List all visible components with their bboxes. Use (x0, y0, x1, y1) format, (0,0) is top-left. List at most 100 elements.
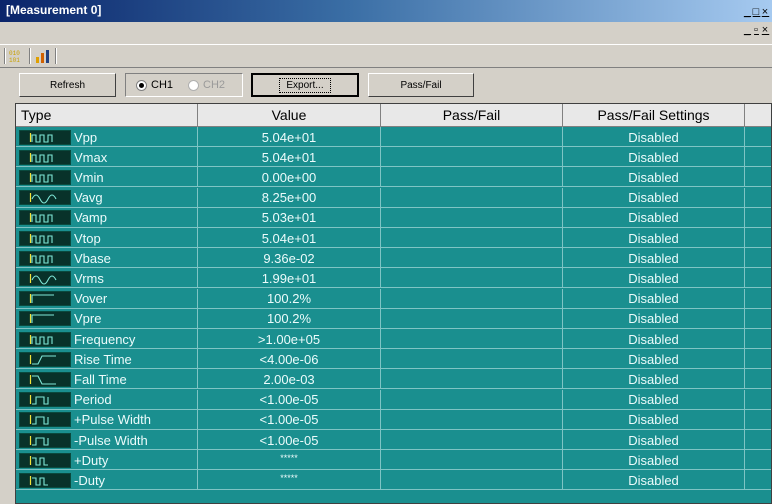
child-close-button[interactable]: × (761, 24, 770, 36)
pass-fail-settings-cell[interactable]: Disabled (563, 147, 745, 168)
pass-fail-cell (381, 248, 563, 269)
pass-fail-settings-cell[interactable]: Disabled (563, 308, 745, 329)
type-cell[interactable]: +Duty (16, 450, 198, 471)
type-cell[interactable]: Vmax (16, 147, 198, 168)
pass-fail-settings-cell[interactable]: Disabled (563, 450, 745, 471)
type-label: Vrms (74, 270, 104, 286)
pass-fail-settings-cell[interactable]: Disabled (563, 207, 745, 228)
header-pass-fail-settings[interactable]: Pass/Fail Settings (563, 104, 745, 127)
table-row[interactable]: Vpre 100.2% Disabled (16, 308, 771, 329)
pass-fail-settings-cell[interactable]: Disabled (563, 167, 745, 188)
pass-fail-settings-cell[interactable]: Disabled (563, 329, 745, 349)
table-row[interactable]: Fall Time 2.00e-03 Disabled (16, 369, 771, 390)
ch1-radio[interactable]: CH1 (136, 79, 173, 91)
pass-fail-settings-cell[interactable]: Disabled (563, 288, 745, 309)
ch2-radio[interactable]: CH2 (188, 79, 225, 91)
table-row[interactable]: Vpp 5.04e+01 Disabled (16, 127, 771, 147)
binary-icon[interactable]: 010 101 (9, 48, 25, 67)
pass-fail-button[interactable]: Pass/Fail (368, 73, 474, 97)
pass-fail-settings-cell[interactable]: Disabled (563, 248, 745, 269)
header-type[interactable]: Type (16, 104, 198, 127)
type-cell[interactable]: Vover (16, 288, 198, 309)
type-cell[interactable]: Period (16, 389, 198, 410)
pass-fail-settings-cell[interactable]: Disabled (563, 409, 745, 430)
pass-fail-settings-cell[interactable]: Disabled (563, 349, 745, 370)
extra-cell (745, 289, 771, 309)
pass-fail-settings-cell[interactable]: Disabled (563, 127, 745, 147)
type-cell[interactable]: +Pulse Width (16, 409, 198, 430)
table-row[interactable]: Vamp 5.03e+01 Disabled (16, 207, 771, 228)
type-cell[interactable]: Fall Time (16, 369, 198, 390)
ch1-radio-dot (136, 79, 147, 91)
pass-fail-cell (381, 228, 563, 248)
value-cell: 100.2% (198, 288, 381, 309)
value-cell: 100.2% (198, 308, 381, 329)
pass-fail-settings-cell[interactable]: Disabled (563, 228, 745, 248)
table-row[interactable]: +Pulse Width <1.00e-05 Disabled (16, 409, 771, 430)
table-row[interactable]: -Duty ***** Disabled (16, 470, 771, 491)
type-label: -Duty (74, 472, 106, 488)
table-row[interactable]: +Duty ***** Disabled (16, 450, 771, 471)
type-cell[interactable]: -Pulse Width (16, 430, 198, 450)
value-cell: <1.00e-05 (198, 430, 381, 450)
type-cell[interactable]: Vpp (16, 127, 198, 147)
type-label: Period (74, 392, 112, 408)
value-cell: 8.25e+00 (198, 187, 381, 208)
type-cell[interactable]: Vtop (16, 228, 198, 248)
extra-cell (745, 208, 771, 228)
header-value[interactable]: Value (198, 104, 381, 127)
toolbar-separator (4, 48, 6, 64)
pass-fail-cell (381, 207, 563, 228)
chart-icon[interactable] (35, 48, 51, 67)
maximize-button[interactable]: □ (752, 6, 761, 18)
export-button[interactable]: Export... (251, 73, 359, 97)
pass-fail-settings-cell[interactable]: Disabled (563, 470, 745, 491)
table-row[interactable]: -Pulse Width <1.00e-05 Disabled (16, 430, 771, 450)
child-minimize-button[interactable]: _ (743, 24, 752, 36)
type-cell[interactable]: Vpre (16, 308, 198, 329)
table-row[interactable]: Vrms 1.99e+01 Disabled (16, 268, 771, 289)
pass-fail-settings-cell[interactable]: Disabled (563, 187, 745, 208)
vavg-wave-icon (19, 190, 71, 206)
table-row[interactable]: Vmin 0.00e+00 Disabled (16, 167, 771, 188)
vpp-wave-icon (19, 129, 71, 145)
table-row[interactable]: Frequency >1.00e+05 Disabled (16, 329, 771, 349)
toolbar-separator (29, 48, 31, 64)
measurement-table: Type Value Pass/Fail Pass/Fail Settings … (15, 103, 772, 504)
pass-fail-cell (381, 127, 563, 147)
type-cell[interactable]: Vmin (16, 167, 198, 188)
header-pass-fail[interactable]: Pass/Fail (381, 104, 563, 127)
close-button[interactable]: × (761, 6, 770, 18)
type-cell[interactable]: Rise Time (16, 349, 198, 370)
pos-duty-icon (19, 452, 71, 468)
vover-wave-icon (19, 291, 71, 307)
pass-fail-cell (381, 470, 563, 491)
table-row[interactable]: Vavg 8.25e+00 Disabled (16, 187, 771, 208)
child-restore-button[interactable]: ▫ (752, 24, 761, 36)
table-row[interactable]: Vover 100.2% Disabled (16, 288, 771, 309)
refresh-button[interactable]: Refresh (19, 73, 116, 97)
minimize-button[interactable]: _ (743, 6, 752, 18)
table-row[interactable]: Rise Time <4.00e-06 Disabled (16, 349, 771, 370)
value-cell: 5.04e+01 (198, 147, 381, 168)
table-row[interactable]: Vmax 5.04e+01 Disabled (16, 147, 771, 168)
pass-fail-settings-cell[interactable]: Disabled (563, 268, 745, 289)
export-label: Export... (279, 77, 331, 93)
type-cell[interactable]: Vavg (16, 187, 198, 208)
pass-fail-settings-cell[interactable]: Disabled (563, 389, 745, 410)
type-label: Vpre (74, 311, 102, 327)
table-row[interactable]: Vtop 5.04e+01 Disabled (16, 228, 771, 248)
table-row[interactable]: Vbase 9.36e-02 Disabled (16, 248, 771, 269)
vmin-wave-icon (19, 169, 71, 185)
type-cell[interactable]: Vbase (16, 248, 198, 269)
table-row[interactable]: Period <1.00e-05 Disabled (16, 389, 771, 410)
type-cell[interactable]: Vamp (16, 207, 198, 228)
type-cell[interactable]: Vrms (16, 268, 198, 289)
type-cell[interactable]: Frequency (16, 329, 198, 349)
pass-fail-settings-cell[interactable]: Disabled (563, 369, 745, 390)
pass-fail-settings-cell[interactable]: Disabled (563, 430, 745, 450)
ch2-label: CH2 (203, 79, 226, 91)
header-extra (745, 104, 771, 127)
extra-cell (745, 127, 771, 147)
type-cell[interactable]: -Duty (16, 470, 198, 491)
